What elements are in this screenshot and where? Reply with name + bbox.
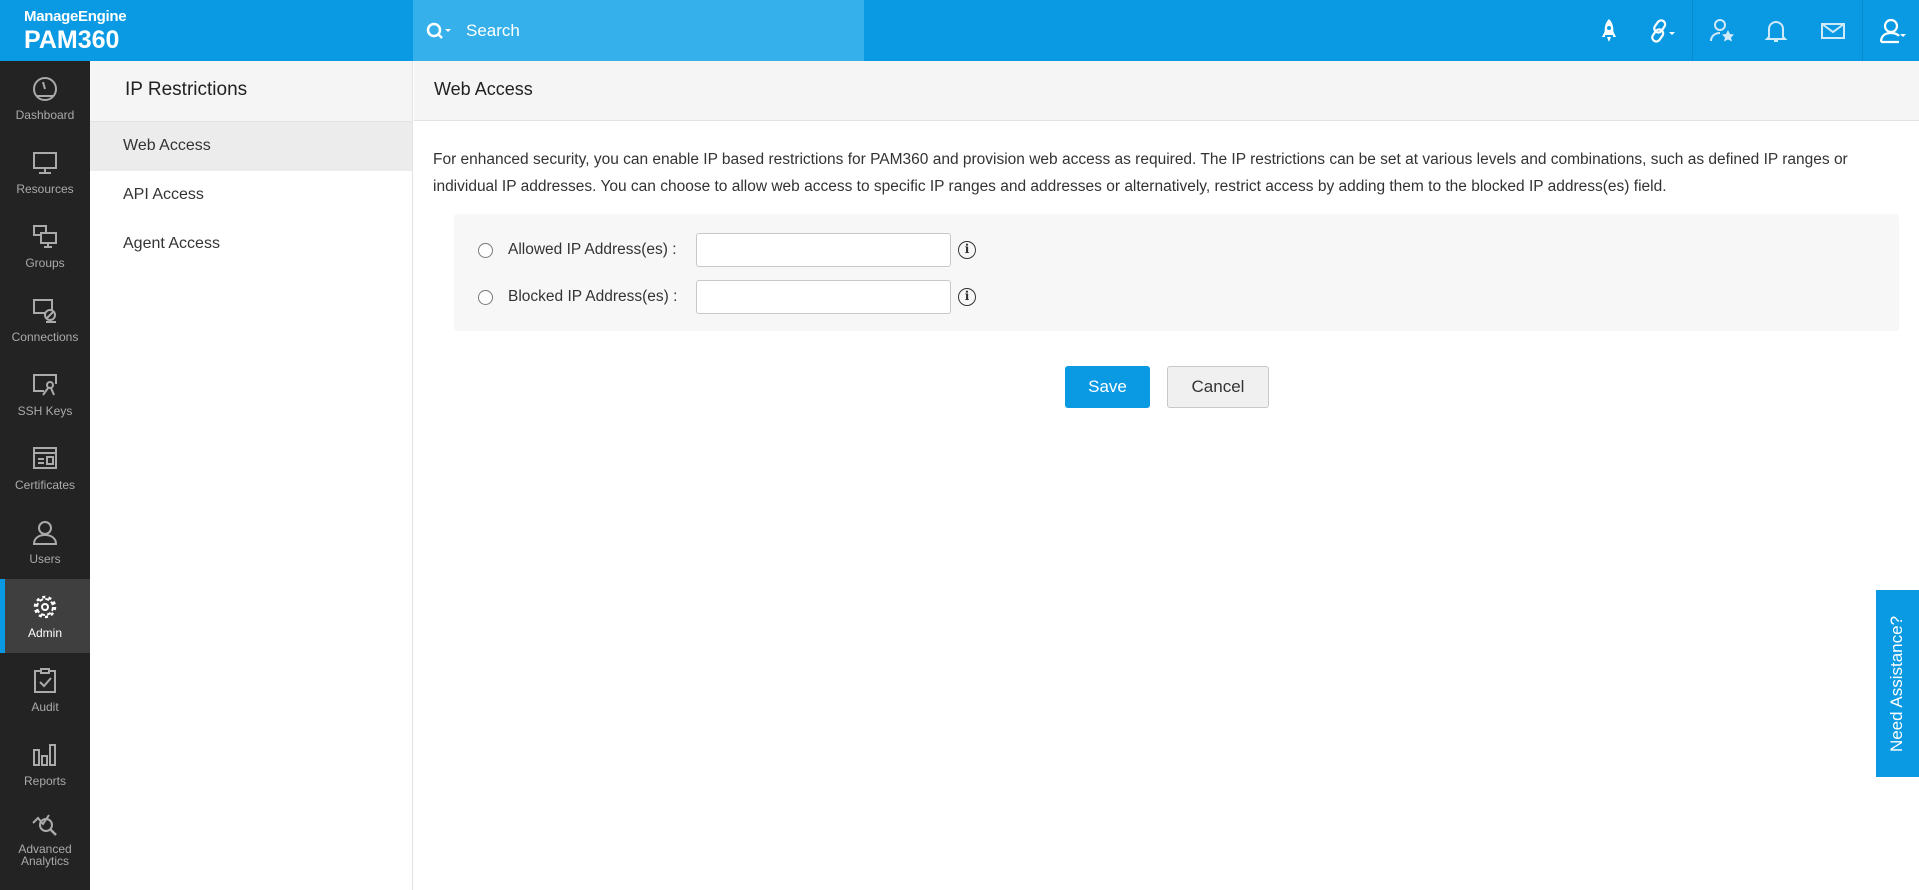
- blocked-label: Blocked IP Address(es) :: [508, 288, 678, 305]
- logo[interactable]: ManageEngine PAM360: [24, 8, 127, 55]
- cancel-button[interactable]: Cancel: [1167, 366, 1269, 408]
- dashboard-icon: [33, 77, 57, 101]
- divider: [1692, 0, 1693, 61]
- sidebar-item-reports[interactable]: Reports: [0, 727, 90, 801]
- sidebar-item-ssh-keys[interactable]: SSH Keys: [0, 357, 90, 431]
- sidebar-item-advanced-analytics[interactable]: Advanced Analytics: [0, 801, 90, 875]
- search-bar[interactable]: Search: [413, 0, 864, 61]
- submenu-item-web-access[interactable]: Web Access: [90, 122, 412, 171]
- submenu-item-agent-access[interactable]: Agent Access: [90, 220, 412, 269]
- user-icon: [32, 521, 58, 545]
- allowed-ip-input[interactable]: [696, 233, 951, 267]
- link-icon[interactable]: [1648, 16, 1678, 46]
- save-button[interactable]: Save: [1065, 366, 1150, 408]
- ssh-key-icon: [33, 374, 57, 396]
- sidebar-item-admin[interactable]: Admin: [0, 579, 90, 653]
- submenu: IP Restrictions Web Access API Access Ag…: [90, 61, 413, 890]
- groups-icon: [33, 225, 57, 248]
- allowed-radio[interactable]: [478, 242, 493, 258]
- description: For enhanced security, you can enable IP…: [433, 151, 1848, 195]
- sidebar-item-users[interactable]: Users: [0, 505, 90, 579]
- search-input[interactable]: Search: [466, 21, 520, 41]
- main-content: Web Access For enhanced security, you ca…: [414, 61, 1919, 890]
- bar-chart-icon: [33, 744, 56, 766]
- divider: [1862, 0, 1863, 61]
- sidebar-item-resources[interactable]: Resources: [0, 135, 90, 209]
- sidebar-item-dashboard[interactable]: Dashboard: [0, 61, 90, 135]
- user-star-icon[interactable]: [1708, 16, 1738, 46]
- bell-icon[interactable]: [1761, 16, 1791, 46]
- sidebar-item-audit[interactable]: Audit: [0, 653, 90, 727]
- sidebar-item-groups[interactable]: Groups: [0, 209, 90, 283]
- analytics-icon: [32, 814, 57, 836]
- clipboard-check-icon: [34, 668, 56, 693]
- ip-form: Allowed IP Address(es) : i Blocked IP Ad…: [454, 214, 1899, 331]
- submenu-item-api-access[interactable]: API Access: [90, 171, 412, 220]
- allowed-label: Allowed IP Address(es) :: [508, 241, 677, 258]
- submenu-title: IP Restrictions: [90, 61, 412, 122]
- certificate-icon: [33, 447, 57, 469]
- gear-icon: [33, 595, 57, 619]
- need-assistance-tab[interactable]: Need Assistance?: [1876, 590, 1919, 777]
- connections-icon: [33, 299, 56, 323]
- rocket-icon[interactable]: [1594, 16, 1624, 46]
- user-icon[interactable]: [1878, 16, 1908, 46]
- sidebar-item-connections[interactable]: Connections: [0, 283, 90, 357]
- blocked-row: Blocked IP Address(es) : i: [454, 280, 976, 314]
- allowed-row: Allowed IP Address(es) : i: [454, 233, 976, 267]
- monitor-icon: [33, 152, 57, 174]
- blocked-ip-input[interactable]: [696, 280, 951, 314]
- info-icon[interactable]: i: [958, 241, 976, 259]
- blocked-radio[interactable]: [478, 289, 493, 305]
- top-bar: ManageEngine PAM360 Search: [0, 0, 1919, 61]
- sidebar-item-certificates[interactable]: Certificates: [0, 431, 90, 505]
- mail-icon[interactable]: [1818, 16, 1848, 46]
- page-title: Web Access: [414, 61, 1919, 121]
- sidebar: Dashboard Resources Groups Connections S…: [0, 61, 90, 890]
- search-icon[interactable]: [424, 19, 456, 43]
- info-icon[interactable]: i: [958, 288, 976, 306]
